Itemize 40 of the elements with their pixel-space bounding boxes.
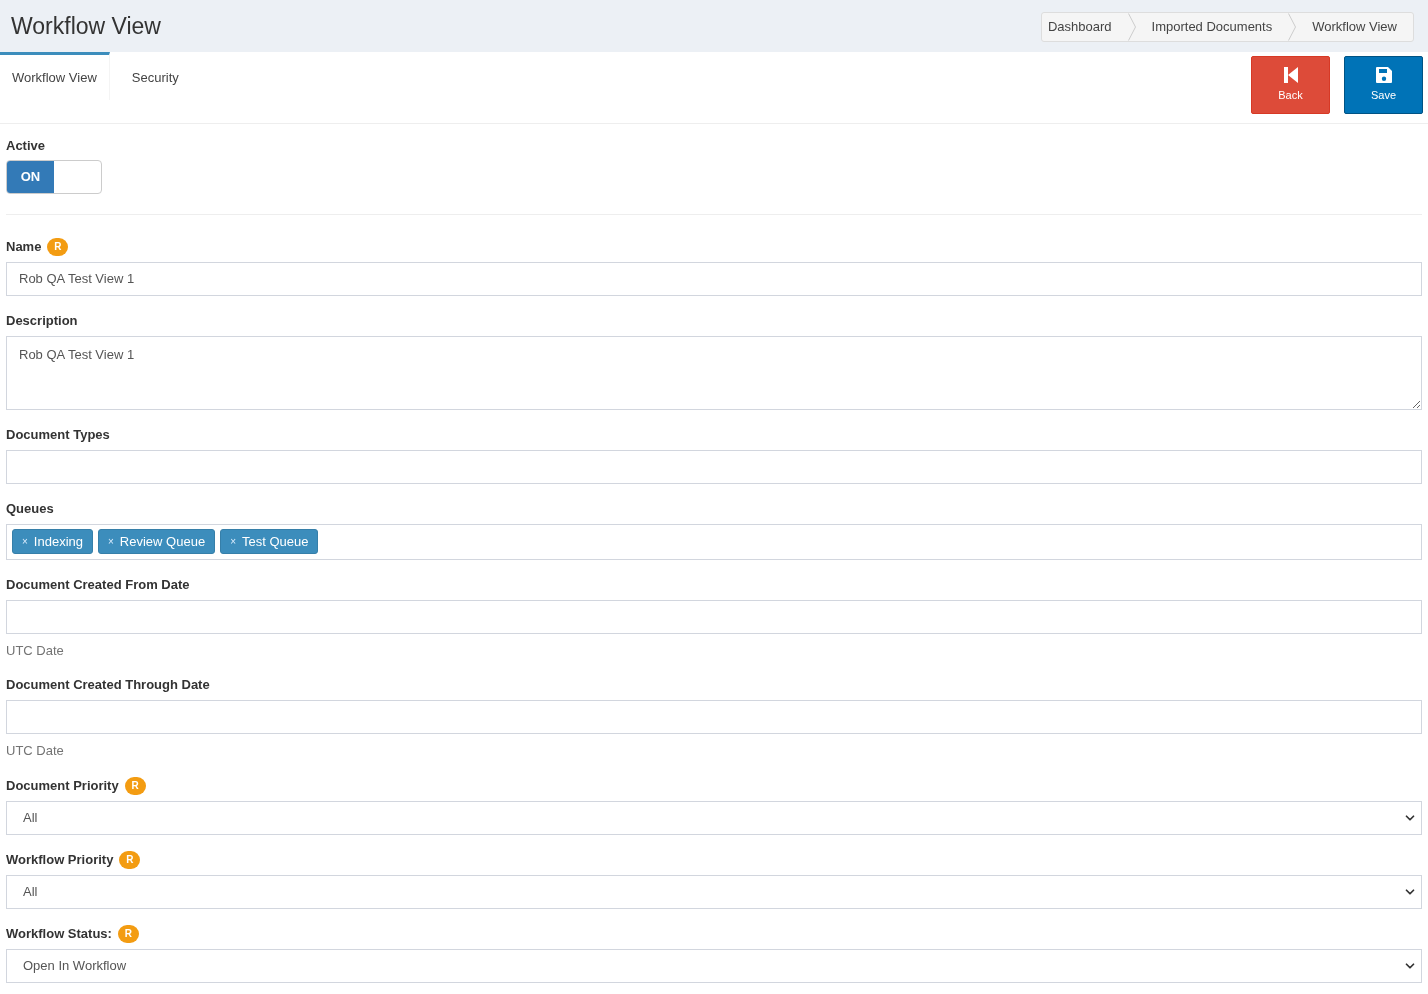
field-label: Document Types bbox=[6, 425, 110, 444]
field-label: Workflow Priority bbox=[6, 850, 114, 869]
field-label: Active bbox=[6, 137, 47, 155]
skip-back-icon bbox=[1282, 66, 1299, 85]
breadcrumb-link[interactable]: Imported Documents bbox=[1135, 17, 1289, 37]
field-label: Name bbox=[6, 237, 42, 256]
tag-label: Indexing bbox=[33, 532, 83, 551]
field-label: Workflow Status: bbox=[6, 924, 112, 943]
save-button[interactable]: Save bbox=[1344, 56, 1423, 114]
tab[interactable]: Security bbox=[109, 52, 201, 100]
breadcrumb-link[interactable]: Dashboard bbox=[1041, 17, 1128, 37]
breadcrumb-link[interactable]: Workflow View bbox=[1296, 17, 1413, 37]
required-badge: R bbox=[119, 850, 141, 869]
field-label: Queues bbox=[6, 499, 54, 518]
tag-label: Review Queue bbox=[119, 532, 206, 551]
back-button[interactable]: Back bbox=[1251, 56, 1330, 114]
help-text: UTC Date bbox=[6, 742, 65, 760]
on-off-switch[interactable]: ON bbox=[6, 159, 102, 194]
text-area[interactable]: Rob QA Test View 1 bbox=[6, 335, 1422, 410]
save-icon bbox=[1374, 66, 1393, 85]
field-label: Document Priority bbox=[6, 776, 119, 795]
chevron-right-icon bbox=[1127, 13, 1136, 41]
required-badge: R bbox=[124, 776, 146, 795]
field-label: Description bbox=[6, 311, 78, 330]
select-dropdown[interactable]: All bbox=[6, 874, 1422, 909]
select-dropdown[interactable]: Open In Workflow bbox=[6, 948, 1422, 983]
select-dropdown[interactable]: All bbox=[6, 800, 1422, 835]
tab[interactable]: Workflow View bbox=[0, 52, 110, 100]
field-label: Document Created Through Date bbox=[6, 676, 210, 695]
field-label: Document Created From Date bbox=[6, 575, 190, 594]
help-text: UTC Date bbox=[6, 641, 65, 660]
chevron-right-icon bbox=[1288, 13, 1297, 41]
text-field[interactable]: Rob QA Test View 1 bbox=[6, 261, 1422, 296]
text-field[interactable] bbox=[6, 700, 1422, 734]
text-field[interactable] bbox=[6, 599, 1422, 634]
text-field[interactable] bbox=[6, 449, 1422, 484]
required-badge: R bbox=[117, 924, 139, 943]
tag-label: Test Queue bbox=[241, 532, 309, 551]
page-title: Workflow View bbox=[11, 11, 161, 41]
required-badge: R bbox=[47, 237, 69, 256]
